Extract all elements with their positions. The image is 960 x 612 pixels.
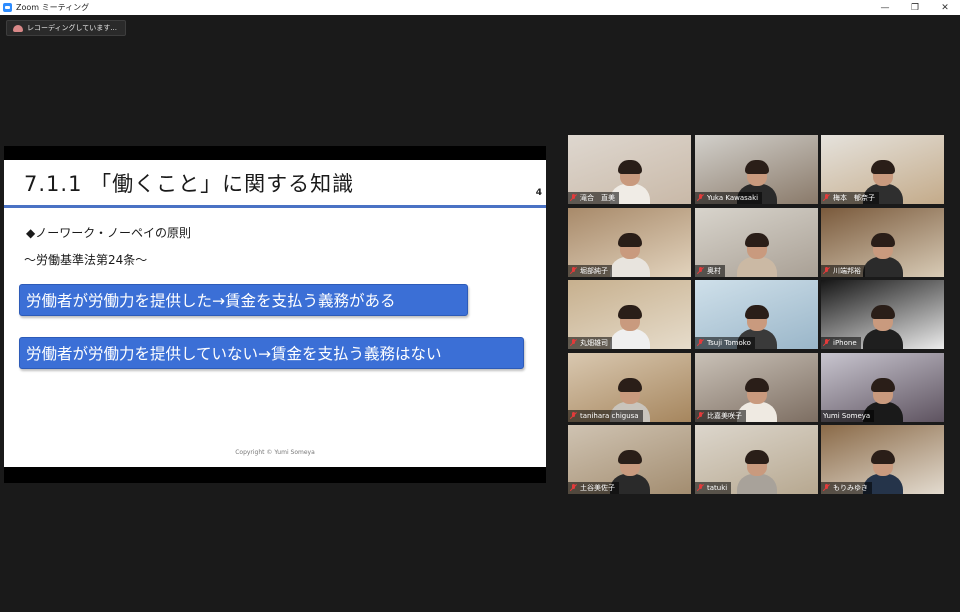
muted-mic-icon xyxy=(823,339,830,347)
participant-name-label: 堀部純子 xyxy=(568,265,612,277)
participant-tile[interactable]: tatuki xyxy=(695,425,818,494)
participant-tile[interactable]: Yumi Someya xyxy=(821,353,944,422)
participant-video xyxy=(736,450,777,494)
participant-name: 土谷美佐子 xyxy=(580,484,615,492)
zoom-app-icon xyxy=(3,3,12,12)
slide-title: 7.1.1 「働くこと」に関する知識 xyxy=(24,172,355,196)
cloud-recording-icon xyxy=(13,24,23,32)
participant-name-label: Yuka Kawasaki xyxy=(695,192,763,204)
muted-mic-icon xyxy=(697,194,704,202)
participant-tile[interactable]: もりみゆき xyxy=(821,425,944,494)
muted-mic-icon xyxy=(697,267,704,275)
participant-tile[interactable]: 丸畑雄司 xyxy=(568,280,691,349)
participant-name-label: iPhone xyxy=(821,337,861,349)
window-controls: — ❐ ✕ xyxy=(870,0,960,15)
slide-box-1: 労働者が労働力を提供した→賃金を支払う義務がある xyxy=(19,284,468,316)
title-bar: Zoom ミーティング — ❐ ✕ xyxy=(0,0,960,15)
participant-name-label: 梅本 郁奈子 xyxy=(821,192,879,204)
participant-video xyxy=(609,233,650,277)
participant-tile[interactable]: Tsuji Tomoko xyxy=(695,280,818,349)
meeting-area: レコーディングしています... 7.1.1 「働くこと」に関する知識 4 ◆ノー… xyxy=(0,15,960,612)
participant-name-label: Tsuji Tomoko xyxy=(695,337,755,349)
slide-bullet: ◆ノーワーク・ノーペイの原則 xyxy=(26,226,191,240)
participant-name-label: 滝合 直美 xyxy=(568,192,619,204)
slide-title-rule xyxy=(4,205,546,208)
participant-gallery: 滝合 直美 Yuka Kawasaki 梅本 郁奈子堀部純子 奥村 川端邦裕丸畑雄司 Ts… xyxy=(568,135,944,494)
participant-name: 川端邦裕 xyxy=(833,267,861,275)
screen-share: 7.1.1 「働くこと」に関する知識 4 ◆ノーワーク・ノーペイの原則 〜労働基… xyxy=(4,146,546,483)
participant-name-label: もりみゆき xyxy=(821,482,872,494)
participant-name: tanihara chigusa xyxy=(580,412,639,420)
participant-name: 梅本 郁奈子 xyxy=(833,194,875,202)
participant-video xyxy=(862,305,903,349)
window-title: Zoom ミーティング xyxy=(16,3,90,12)
recording-label: レコーディングしています... xyxy=(27,24,117,32)
recording-indicator[interactable]: レコーディングしています... xyxy=(6,20,126,36)
slide-box-2: 労働者が労働力を提供していない→賃金を支払う義務はない xyxy=(19,337,524,369)
minimize-button[interactable]: — xyxy=(870,0,900,15)
participant-name: 比嘉美咲子 xyxy=(707,412,742,420)
participant-tile[interactable]: 堀部純子 xyxy=(568,208,691,277)
muted-mic-icon xyxy=(570,412,577,420)
muted-mic-icon xyxy=(823,484,830,492)
participant-name: Tsuji Tomoko xyxy=(707,339,751,347)
participant-tile[interactable]: 奥村 xyxy=(695,208,818,277)
participant-tile[interactable]: 比嘉美咲子 xyxy=(695,353,818,422)
participant-name: tatuki xyxy=(707,484,728,492)
muted-mic-icon xyxy=(570,194,577,202)
participant-tile[interactable]: 川端邦裕 xyxy=(821,208,944,277)
participant-name-label: 比嘉美咲子 xyxy=(695,410,746,422)
muted-mic-icon xyxy=(697,412,704,420)
participant-tile[interactable]: 滝合 直美 xyxy=(568,135,691,204)
participant-name: 滝合 直美 xyxy=(580,194,615,202)
muted-mic-icon xyxy=(697,339,704,347)
muted-mic-icon xyxy=(823,194,830,202)
participant-tile[interactable]: Yuka Kawasaki xyxy=(695,135,818,204)
participant-name: 堀部純子 xyxy=(580,267,608,275)
muted-mic-icon xyxy=(570,339,577,347)
participant-name: Yumi Someya xyxy=(823,412,871,420)
participant-name: Yuka Kawasaki xyxy=(707,194,759,202)
slide-page-number: 4 xyxy=(535,188,542,198)
participant-name-label: 丸畑雄司 xyxy=(568,337,612,349)
participant-tile[interactable]: 土谷美佐子 xyxy=(568,425,691,494)
participant-video xyxy=(862,233,903,277)
presentation-slide: 7.1.1 「働くこと」に関する知識 4 ◆ノーワーク・ノーペイの原則 〜労働基… xyxy=(4,160,546,467)
participant-name-label: 土谷美佐子 xyxy=(568,482,619,494)
participant-name-label: tatuki xyxy=(695,482,732,494)
participant-name-label: 奥村 xyxy=(695,265,725,277)
participant-tile[interactable]: iPhone xyxy=(821,280,944,349)
muted-mic-icon xyxy=(570,484,577,492)
participant-video xyxy=(609,305,650,349)
participant-name-label: tanihara chigusa xyxy=(568,410,643,422)
close-button[interactable]: ✕ xyxy=(930,0,960,15)
participant-name: iPhone xyxy=(833,339,857,347)
participant-video xyxy=(736,233,777,277)
slide-copyright: Copyright © Yumi Someya xyxy=(235,449,315,456)
participant-name-label: 川端邦裕 xyxy=(821,265,865,277)
muted-mic-icon xyxy=(823,267,830,275)
muted-mic-icon xyxy=(570,267,577,275)
participant-name: もりみゆき xyxy=(833,484,868,492)
participant-name: 奥村 xyxy=(707,267,721,275)
restore-button[interactable]: ❐ xyxy=(900,0,930,15)
participant-tile[interactable]: 梅本 郁奈子 xyxy=(821,135,944,204)
slide-subheading: 〜労働基準法第24条〜 xyxy=(24,253,148,267)
participant-tile[interactable]: tanihara chigusa xyxy=(568,353,691,422)
muted-mic-icon xyxy=(697,484,704,492)
participant-name-label: Yumi Someya xyxy=(821,410,875,422)
participant-name: 丸畑雄司 xyxy=(580,339,608,347)
